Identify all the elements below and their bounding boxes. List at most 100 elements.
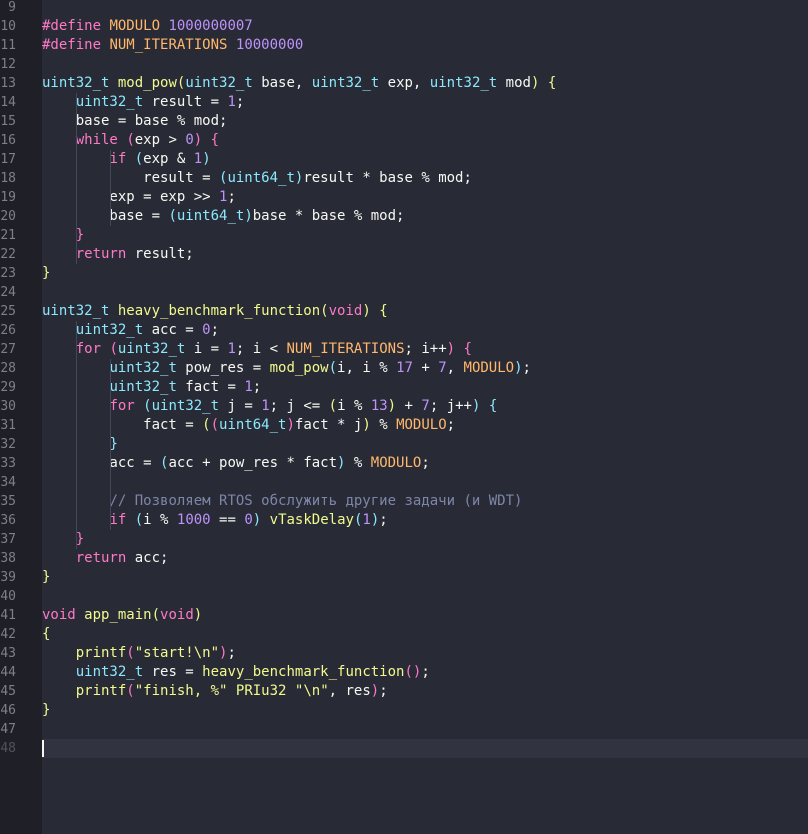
code-line[interactable]: exp = exp >> 1;: [42, 188, 235, 207]
code-line[interactable]: uint32_t fact = 1;: [42, 378, 261, 397]
code-token: void: [42, 607, 76, 623]
code-token: ; j <=: [269, 398, 329, 414]
code-line[interactable]: base = (uint64_t)base * base % mod;: [42, 207, 404, 226]
code-token: mod: [497, 75, 531, 91]
code-line[interactable]: if (i % 1000 == 0) vTaskDelay(1);: [42, 511, 387, 530]
code-token: ;: [235, 94, 245, 110]
line-number: 29: [0, 380, 16, 395]
code-token: ;: [421, 664, 430, 680]
code-token: (: [126, 683, 135, 699]
code-token: app_main: [84, 607, 152, 623]
code-line[interactable]: uint32_t res = heavy_benchmark_function(…: [42, 663, 430, 682]
code-token: "start!\n": [134, 645, 220, 661]
code-line[interactable]: printf("start!\n");: [42, 644, 236, 663]
code-line[interactable]: }: [42, 530, 84, 549]
code-line[interactable]: result = (uint64_t)result * base % mod;: [42, 169, 472, 188]
code-token: 13: [370, 398, 388, 414]
code-token: (: [168, 208, 177, 224]
code-token: 1: [362, 512, 371, 528]
code-token: if: [109, 151, 127, 167]
line-number: 38: [0, 551, 16, 566]
line-number: 46: [0, 703, 16, 718]
code-line[interactable]: return acc;: [42, 549, 169, 568]
code-token: ,: [446, 360, 464, 376]
code-token: mod_pow: [269, 360, 329, 376]
code-line[interactable]: base = base % mod;: [42, 112, 228, 131]
code-line[interactable]: #define NUM_ITERATIONS 10000000: [42, 36, 303, 55]
code-token: (: [134, 151, 144, 167]
code-token: return: [75, 246, 127, 262]
code-token: ; i++: [404, 341, 447, 357]
line-number: 47: [0, 722, 16, 737]
code-line[interactable]: fact = ((uint64_t)fact * j) % MODULO;: [42, 416, 455, 435]
code-line[interactable]: }: [42, 435, 117, 454]
code-token: uint32_t: [311, 75, 380, 91]
code-token: uint32_t: [42, 303, 110, 319]
code-token: base =: [42, 208, 169, 224]
code-line[interactable]: void app_main(void): [42, 606, 202, 625]
code-line[interactable]: }: [42, 264, 50, 283]
code-line[interactable]: {: [42, 625, 50, 644]
line-number: 45: [0, 684, 16, 699]
code-token: }: [42, 702, 51, 718]
code-line[interactable]: return result;: [42, 245, 194, 264]
line-number: 19: [0, 190, 16, 205]
code-token: i %: [143, 512, 177, 528]
code-line[interactable]: }: [42, 568, 50, 587]
code-token: (: [328, 398, 338, 414]
code-line[interactable]: while (exp > 0) {: [42, 131, 219, 150]
code-token: (: [320, 303, 329, 319]
code-token: 7: [421, 398, 430, 414]
code-token: 0: [244, 512, 253, 528]
code-token: {: [42, 626, 51, 642]
code-line[interactable]: }: [42, 226, 84, 245]
code-line[interactable]: for (uint32_t i = 1; i < NUM_ITERATIONS;…: [42, 340, 472, 359]
code-token: uint32_t: [75, 664, 144, 680]
code-token: while: [75, 132, 118, 148]
line-number: 12: [0, 57, 16, 72]
code-token: exp = exp >>: [42, 189, 220, 205]
line-number: 32: [0, 437, 16, 452]
code-line[interactable]: // Позволяем RTOS обслужить другие задач…: [42, 492, 522, 511]
code-token: %: [370, 417, 397, 433]
code-line[interactable]: printf("finish, %" PRIu32 "\n", res);: [42, 682, 388, 701]
code-token: 1000: [176, 512, 211, 528]
code-line[interactable]: uint32_t pow_res = mod_pow(i, i % 17 + 7…: [42, 359, 531, 378]
code-token: // Позволяем RTOS обслужить другие задач…: [109, 493, 523, 509]
code-token: MODULO: [109, 18, 161, 34]
code-token: uint32_t: [109, 379, 177, 395]
code-token: NUM_ITERATIONS: [109, 37, 228, 53]
code-token: {: [547, 75, 557, 91]
code-line[interactable]: uint32_t acc = 0;: [42, 321, 219, 340]
code-token: MODULO: [396, 417, 447, 433]
code-line[interactable]: }: [42, 701, 50, 720]
code-line[interactable]: #define MODULO 1000000007: [42, 17, 253, 36]
code-token: ): [370, 683, 380, 699]
code-token: +: [396, 398, 422, 414]
code-line[interactable]: uint32_t mod_pow(uint32_t base, uint32_t…: [42, 74, 556, 93]
code-token: result =: [143, 94, 228, 110]
code-token: exp >: [134, 132, 186, 148]
code-token: return: [75, 550, 127, 566]
code-token: vTaskDelay: [269, 512, 354, 528]
code-line[interactable]: uint32_t result = 1;: [42, 93, 245, 112]
code-token: ; j++: [429, 398, 472, 414]
code-line[interactable]: acc = (acc + pow_res * fact) % MODULO;: [42, 454, 429, 473]
code-line[interactable]: uint32_t heavy_benchmark_function(void) …: [42, 302, 388, 321]
code-line[interactable]: if (exp & 1): [42, 150, 210, 169]
line-number: 40: [0, 589, 16, 604]
code-token: uint32_t: [109, 360, 177, 376]
code-editor[interactable]: 9 10 #define MODULO 1000000007 11 #define NU…: [0, 0, 808, 834]
line-number: 26: [0, 323, 16, 338]
